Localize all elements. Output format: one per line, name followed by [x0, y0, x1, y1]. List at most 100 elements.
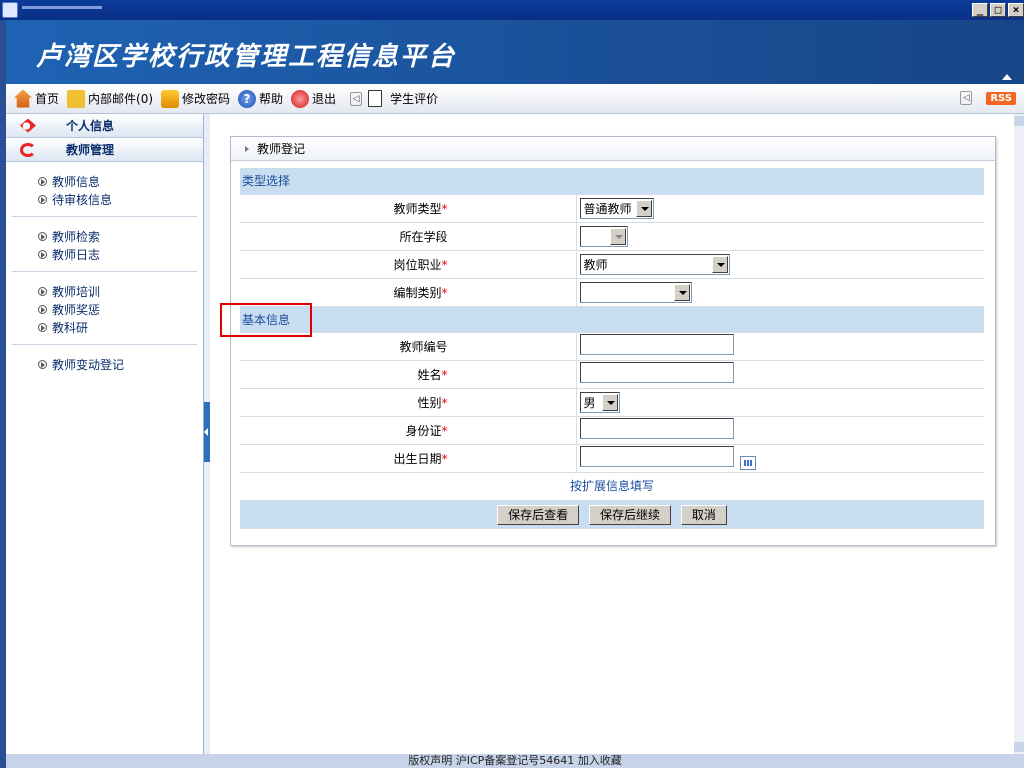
section-row: 基本信息	[240, 306, 984, 333]
name-input[interactable]	[579, 362, 734, 383]
arrow-right-icon	[245, 145, 249, 152]
help-icon: ?	[238, 89, 257, 108]
cancel-button[interactable]: 取消	[680, 505, 727, 525]
required-mark: *	[441, 395, 448, 410]
nav-back-icon[interactable]: ◁	[350, 91, 363, 106]
chevron-down-icon[interactable]	[635, 199, 652, 217]
toolbar-right: ◁ RSS	[960, 91, 1016, 105]
vertical-scrollbar[interactable]	[1014, 114, 1024, 754]
sidebar-item-teacher-log[interactable]: 教师日志	[38, 245, 197, 263]
toolbar-student-eval[interactable]: 学生评价	[368, 90, 438, 107]
maximize-button[interactable]: □	[990, 3, 1006, 17]
mail-icon	[67, 89, 86, 108]
chevron-down-icon[interactable]	[673, 283, 690, 301]
form-row: 身份证*	[240, 416, 984, 445]
sidebar-item-label: 待审核信息	[52, 192, 113, 207]
window-controls: _ □ ×	[972, 3, 1024, 17]
field-label: 岗位职业*	[240, 250, 577, 279]
gender-label: 性别	[417, 395, 442, 410]
form-row: 教师类型* 普通教师	[240, 194, 984, 223]
bullet-icon	[38, 322, 47, 332]
chevron-down-icon[interactable]	[601, 393, 618, 411]
form-row: 岗位职业* 教师	[240, 250, 984, 279]
bullet-icon	[38, 286, 47, 296]
sidebar-group: 教师检索 教师日志	[12, 217, 197, 272]
birth-date-input[interactable]	[579, 445, 734, 467]
sidebar-group: 教师变动登记	[12, 345, 197, 381]
section-row: 类型选择	[240, 168, 984, 195]
form-row: 编制类别*	[240, 278, 984, 307]
toolbar-help-label: 帮助	[259, 92, 284, 106]
field-value: 教师	[576, 250, 984, 279]
sidebar-item-training[interactable]: 教师培训	[38, 282, 197, 300]
button-bar: 保存后查看 保存后继续 取消	[240, 500, 984, 529]
field-value: 普通教师	[576, 194, 984, 223]
header-banner: 卢湾区学校行政管理工程信息平台	[6, 20, 1024, 84]
id-card-input[interactable]	[579, 418, 734, 439]
extended-info-link[interactable]: 按扩展信息填写	[240, 472, 984, 501]
document-icon	[368, 90, 383, 107]
exit-icon	[291, 89, 310, 108]
sidebar-item-label: 教师变动登记	[52, 357, 125, 372]
gender-select[interactable]: 男	[579, 391, 620, 413]
toolbar-help[interactable]: ? 帮助	[238, 89, 284, 108]
required-mark: *	[441, 423, 448, 438]
main-content: 教师登记 类型选择 教师类型* 普通教师 所在学段 岗位职业* 教师 编制类别*…	[210, 114, 1014, 754]
calendar-icon[interactable]	[739, 456, 756, 471]
sidebar-head-label: 教师管理	[66, 143, 115, 157]
required-mark: *	[441, 285, 448, 300]
scroll-up-icon[interactable]	[1014, 116, 1024, 126]
staffing-select[interactable]	[579, 281, 692, 303]
sidebar-item-change-registration[interactable]: 教师变动登记	[38, 355, 197, 373]
required-mark: *	[441, 201, 448, 216]
chevron-down-icon[interactable]	[609, 227, 626, 245]
bullet-icon	[38, 249, 47, 259]
field-label: 教师编号	[240, 332, 577, 361]
toolbar-exit-label: 退出	[312, 92, 337, 106]
save-and-view-button[interactable]: 保存后查看	[497, 505, 580, 525]
nav-forward-icon[interactable]: ◁	[960, 91, 973, 105]
select-value: 普通教师	[583, 201, 632, 216]
toolbar-home[interactable]: 首页	[14, 89, 59, 108]
name-label: 姓名	[417, 367, 442, 382]
footer: 版权声明 沪ICP备案登记号54641 加入收藏	[6, 754, 1024, 768]
form-row: 所在学段	[240, 222, 984, 251]
required-mark: *	[441, 367, 448, 382]
teacher-registration-panel: 教师登记 类型选择 教师类型* 普通教师 所在学段 岗位职业* 教师 编制类别*…	[230, 136, 996, 546]
footer-text: 版权声明 沪ICP备案登记号54641 加入收藏	[408, 754, 622, 767]
stage-select[interactable]	[579, 225, 628, 247]
collapse-header-icon[interactable]	[1002, 74, 1012, 80]
field-value	[576, 222, 984, 251]
select-value: 男	[583, 395, 596, 410]
panel-header: 教师登记	[231, 137, 995, 161]
sidebar-item-label: 教师检索	[52, 229, 101, 244]
toolbar-exit[interactable]: 退出	[291, 89, 337, 108]
teacher-no-input[interactable]	[579, 334, 734, 355]
sidebar-head-teacher[interactable]: 教师管理	[6, 138, 203, 162]
field-value	[576, 360, 984, 389]
field-label: 姓名*	[240, 360, 577, 389]
window-titlebar: _ □ ×	[0, 0, 1024, 20]
sidebar-group: 教师信息 待审核信息	[12, 162, 197, 217]
save-and-continue-button[interactable]: 保存后继续	[588, 505, 671, 525]
scroll-down-icon[interactable]	[1014, 742, 1024, 752]
field-value	[576, 416, 984, 445]
toolbar-mail[interactable]: 内部邮件(0)	[67, 89, 153, 108]
minimize-button[interactable]: _	[972, 3, 988, 17]
sidebar-item-teacher-info[interactable]: 教师信息	[38, 172, 197, 190]
chevron-down-icon[interactable]	[711, 255, 728, 273]
sidebar-item-teacher-search[interactable]: 教师检索	[38, 227, 197, 245]
toolbar-change-password[interactable]: 修改密码	[161, 89, 230, 108]
sidebar-item-pending-review[interactable]: 待审核信息	[38, 190, 197, 208]
sidebar-group: 教师培训 教师奖惩 教科研	[12, 272, 197, 345]
ext-link-row: 按扩展信息填写	[240, 472, 984, 501]
toolbar: 首页 内部邮件(0) 修改密码 ? 帮助 退出 ◁ 学生评价 ◁ RSS	[6, 84, 1024, 114]
sidebar-item-rewards[interactable]: 教师奖惩	[38, 300, 197, 318]
post-select[interactable]: 教师	[579, 253, 730, 275]
close-button[interactable]: ×	[1008, 3, 1024, 17]
teacher-type-select[interactable]: 普通教师	[579, 197, 654, 219]
sidebar-item-research[interactable]: 教科研	[38, 318, 197, 336]
field-label: 出生日期*	[240, 444, 577, 473]
sidebar-head-personal[interactable]: 个人信息	[6, 114, 203, 138]
rss-button[interactable]: RSS	[986, 91, 1016, 105]
